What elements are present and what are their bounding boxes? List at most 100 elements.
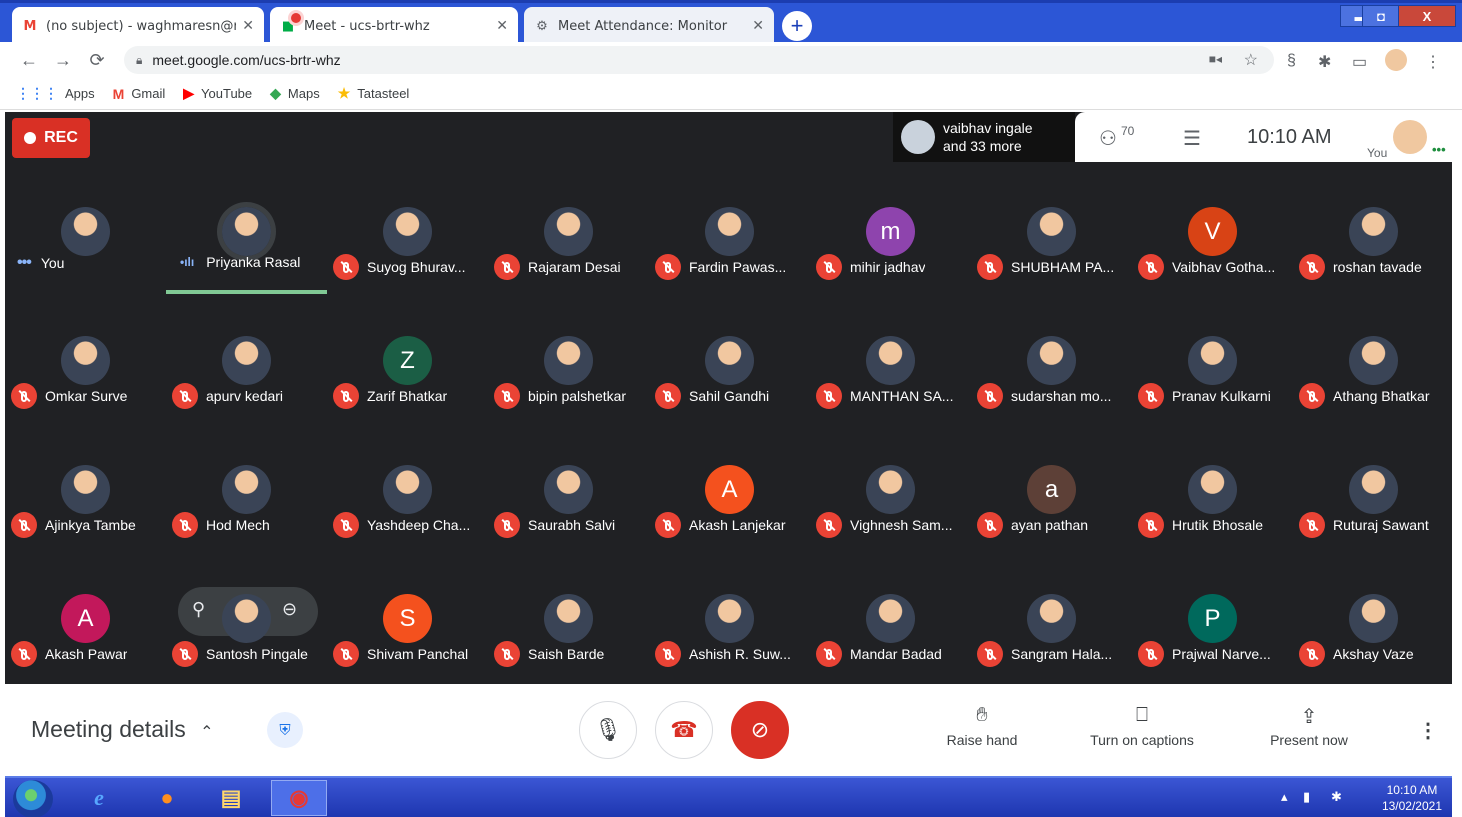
participant-tile[interactable]: A Akash Lanjekar bbox=[649, 432, 810, 561]
meeting-controls-bar: Meeting details ⌃ ⛨ 🎙︎ ☎︎ ⊘ ✋︎ Raise han… bbox=[5, 684, 1452, 776]
participant-tile[interactable]: Hrutik Bhosale bbox=[1132, 432, 1293, 561]
close-tab-icon[interactable]: ✕ bbox=[242, 18, 254, 34]
more-options-icon[interactable]: ••• bbox=[17, 254, 32, 272]
bookmark-youtube[interactable]: ▶ YouTube bbox=[183, 85, 252, 102]
host-controls-shield-icon[interactable]: ⛨ bbox=[267, 712, 303, 748]
participant-name-row: Saish Barde bbox=[494, 641, 645, 667]
present-icon: ⇪ bbox=[1300, 706, 1318, 728]
leave-call-button[interactable]: ☎︎ bbox=[655, 701, 713, 759]
system-clock[interactable]: 10:10 AM 13/02/2021 bbox=[1382, 782, 1442, 814]
tab-gmail[interactable]: M (no subject) - waghmaresn@rmc ✕ bbox=[12, 7, 264, 45]
participant-avatar bbox=[383, 207, 432, 256]
self-avatar[interactable] bbox=[1393, 120, 1427, 154]
participant-tile[interactable]: Omkar Surve bbox=[5, 303, 166, 432]
participant-tile[interactable]: Mandar Badad bbox=[810, 561, 971, 690]
participant-tile[interactable]: Ashish R. Suw... bbox=[649, 561, 810, 690]
bookmark-star[interactable]: ★ Tatasteel bbox=[338, 85, 410, 102]
participant-tile[interactable]: A Akash Pawar bbox=[5, 561, 166, 690]
extensions-puzzle-icon[interactable]: ✱ bbox=[1318, 52, 1331, 72]
participant-tile[interactable]: a ayan pathan bbox=[971, 432, 1132, 561]
presenter-chip[interactable]: vaibhav ingale and 33 more bbox=[893, 112, 1075, 162]
reload-icon[interactable]: ⟳ bbox=[84, 50, 110, 71]
participant-tile[interactable]: Athang Bhatkar bbox=[1293, 303, 1454, 432]
participant-tile[interactable]: V Vaibhav Gotha... bbox=[1132, 174, 1293, 303]
participant-name-row: Akash Lanjekar bbox=[655, 512, 806, 538]
participant-tile[interactable]: Rajaram Desai bbox=[488, 174, 649, 303]
participant-tile[interactable]: Fardin Pawas... bbox=[649, 174, 810, 303]
participant-tile[interactable]: P Prajwal Narve... bbox=[1132, 561, 1293, 690]
tab-attendance[interactable]: ⚙ Meet Attendance: Monitor ✕ bbox=[524, 7, 774, 45]
camera-toggle-button[interactable]: ⊘ bbox=[731, 701, 789, 759]
remove-participant-icon[interactable]: ⊖ bbox=[282, 599, 297, 620]
file-explorer-icon[interactable]: ▤ bbox=[209, 780, 253, 816]
participant-tile[interactable]: Ajinkya Tambe bbox=[5, 432, 166, 561]
browser-menu-icon[interactable]: ⋮ bbox=[1425, 52, 1441, 72]
participant-tile[interactable]: Saish Barde bbox=[488, 561, 649, 690]
camera-icon[interactable]: ■◂ bbox=[1209, 52, 1222, 66]
forward-arrow-icon[interactable]: → bbox=[50, 50, 76, 71]
participant-tile[interactable]: Pranav Kulkarni bbox=[1132, 303, 1293, 432]
internet-explorer-icon[interactable]: e bbox=[77, 780, 121, 816]
close-tab-icon[interactable]: ✕ bbox=[752, 18, 764, 34]
bluetooth-icon[interactable]: ✱ bbox=[1331, 789, 1342, 805]
tray-expand-icon[interactable]: ▴ bbox=[1281, 789, 1288, 805]
raise-hand-button[interactable]: ✋︎ Raise hand bbox=[922, 704, 1042, 748]
participant-tile[interactable]: Ruturaj Sawant bbox=[1293, 432, 1454, 561]
present-now-button[interactable]: ⇪ Present now bbox=[1249, 704, 1369, 748]
participant-tile[interactable]: Hod Mech bbox=[166, 432, 327, 561]
url-bar[interactable]: 🔒︎ meet.google.com/ucs-brtr-whz ■◂ ☆ bbox=[124, 46, 1274, 74]
chat-icon[interactable]: ☰ bbox=[1183, 126, 1201, 151]
start-button[interactable] bbox=[13, 780, 53, 817]
microphone-button[interactable]: 🎙︎ bbox=[579, 701, 637, 759]
pin-icon[interactable]: ⚲ bbox=[192, 599, 205, 620]
participant-tile[interactable]: Sahil Gandhi bbox=[649, 303, 810, 432]
extension-icon[interactable]: § bbox=[1287, 52, 1296, 70]
participant-name-row: Rajaram Desai bbox=[494, 254, 645, 280]
bookmark-maps[interactable]: ◆ Maps bbox=[270, 85, 320, 102]
close-tab-icon[interactable]: ✕ bbox=[496, 18, 508, 34]
participant-tile[interactable]: •ılı Priyanka Rasal bbox=[166, 174, 327, 303]
participant-tile[interactable]: Saurabh Salvi bbox=[488, 432, 649, 561]
network-icon[interactable]: ▮ bbox=[1303, 789, 1310, 805]
participant-name: Rajaram Desai bbox=[528, 259, 621, 275]
participant-tile[interactable]: Sangram Hala... bbox=[971, 561, 1132, 690]
profile-avatar[interactable] bbox=[1385, 49, 1407, 71]
close-window-button[interactable]: X bbox=[1398, 5, 1456, 27]
participant-tile[interactable]: MANTHAN SA... bbox=[810, 303, 971, 432]
new-tab-button[interactable]: + bbox=[782, 11, 812, 41]
mic-muted-icon bbox=[494, 512, 520, 538]
more-options-icon[interactable]: ⋮ bbox=[1418, 718, 1438, 743]
participant-tile[interactable]: Z Zarif Bhatkar bbox=[327, 303, 488, 432]
mic-muted-icon bbox=[333, 254, 359, 280]
firefox-icon[interactable]: ● bbox=[145, 780, 189, 816]
bookmark-apps-grid[interactable]: ⋮⋮⋮ Apps bbox=[16, 85, 95, 102]
participants-icon[interactable]: ⚇ bbox=[1099, 126, 1117, 151]
participant-name: Akash Lanjekar bbox=[689, 517, 786, 533]
participant-tile[interactable]: m mihir jadhav bbox=[810, 174, 971, 303]
participant-tile[interactable]: apurv kedari bbox=[166, 303, 327, 432]
meeting-details-button[interactable]: Meeting details ⌃ bbox=[31, 716, 214, 743]
participant-tile[interactable]: bipin palshetkar bbox=[488, 303, 649, 432]
participant-tile[interactable]: ••• You bbox=[5, 174, 166, 303]
participant-tile[interactable]: S Shivam Panchal bbox=[327, 561, 488, 690]
maps-icon: ◆ bbox=[270, 85, 281, 101]
chrome-icon[interactable]: ◉ bbox=[271, 780, 327, 816]
star-icon: ★ bbox=[337, 85, 351, 101]
participant-tile[interactable]: roshan tavade bbox=[1293, 174, 1454, 303]
participant-tile[interactable]: SHUBHAM PA... bbox=[971, 174, 1132, 303]
bookmark-gmail[interactable]: M Gmail bbox=[113, 86, 166, 102]
participant-tile[interactable]: ⚲ ⊖ Santosh Pingale bbox=[166, 561, 327, 690]
back-arrow-icon[interactable]: ← bbox=[16, 50, 42, 71]
participant-tile[interactable]: Vighnesh Sam... bbox=[810, 432, 971, 561]
bookmark-star-icon[interactable]: ☆ bbox=[1244, 50, 1258, 70]
captions-button[interactable]: ⎕ Turn on captions bbox=[1082, 704, 1202, 748]
maximize-button[interactable]: ◘ bbox=[1362, 5, 1400, 27]
tab-meet[interactable]: ■ Meet - ucs-brtr-whz ✕ bbox=[270, 7, 518, 45]
cast-icon[interactable]: ▭ bbox=[1352, 52, 1367, 72]
more-options-icon[interactable]: ••• bbox=[1432, 142, 1446, 157]
participant-tile[interactable]: Suyog Bhurav... bbox=[327, 174, 488, 303]
address-toolbar: ← → ⟳ 🔒︎ meet.google.com/ucs-brtr-whz ■◂… bbox=[0, 42, 1462, 78]
participant-tile[interactable]: Yashdeep Cha... bbox=[327, 432, 488, 561]
participant-tile[interactable]: sudarshan mo... bbox=[971, 303, 1132, 432]
participant-tile[interactable]: Akshay Vaze bbox=[1293, 561, 1454, 690]
